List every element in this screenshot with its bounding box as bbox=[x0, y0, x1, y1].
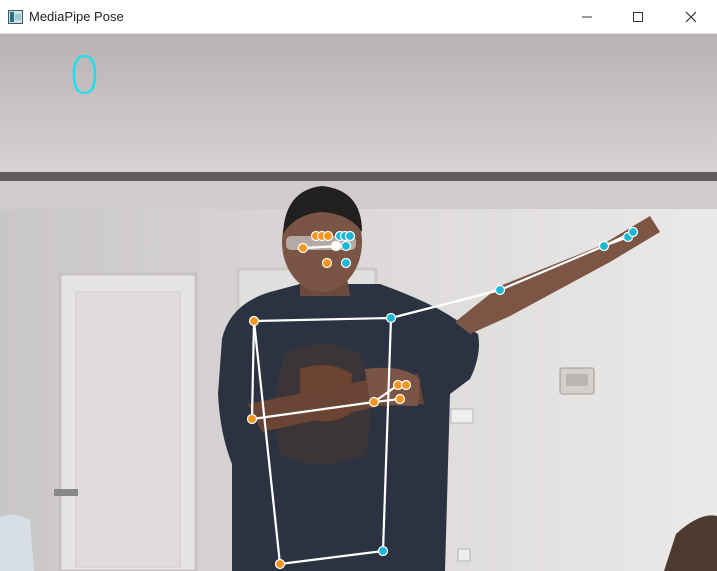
landmark-left-shoulder bbox=[248, 315, 260, 327]
app-icon bbox=[8, 10, 23, 24]
landmark-right-shoulder bbox=[385, 312, 397, 324]
landmark-right-elbow bbox=[494, 284, 506, 296]
window-title: MediaPipe Pose bbox=[29, 9, 124, 24]
camera-feed: 0 bbox=[0, 34, 717, 571]
landmark-left-eye-inner bbox=[322, 230, 334, 242]
maximize-button[interactable] bbox=[612, 0, 664, 34]
landmark-left-thumb bbox=[394, 393, 406, 405]
maximize-icon bbox=[633, 12, 643, 22]
landmark-mouth-left bbox=[321, 257, 333, 269]
camera-frame bbox=[0, 34, 717, 571]
landmark-left-elbow bbox=[246, 413, 258, 425]
ceiling-edge bbox=[0, 172, 717, 181]
landmark-right-index bbox=[627, 226, 639, 238]
clutter-left bbox=[0, 514, 34, 571]
landmark-right-ear bbox=[340, 240, 352, 252]
close-icon bbox=[685, 11, 697, 23]
minimize-icon bbox=[582, 16, 592, 18]
title-bar: MediaPipe Pose bbox=[0, 0, 717, 34]
landmark-left-wrist bbox=[368, 396, 380, 408]
landmark-nose bbox=[330, 240, 342, 252]
door-handle bbox=[54, 489, 78, 496]
landmark-left-ear bbox=[297, 242, 309, 254]
landmark-right-hip bbox=[377, 545, 389, 557]
landmark-mouth-right bbox=[340, 257, 352, 269]
landmark-right-wrist bbox=[598, 240, 610, 252]
landmark-left-index bbox=[400, 379, 412, 391]
landmark-left-hip bbox=[274, 558, 286, 570]
minimize-button[interactable] bbox=[561, 0, 613, 34]
close-button[interactable] bbox=[665, 0, 717, 34]
landmark-right-eye-outer bbox=[344, 230, 356, 242]
wall-outlet bbox=[450, 408, 474, 424]
door bbox=[54, 272, 198, 571]
ceiling bbox=[0, 34, 717, 174]
rep-counter: 0 bbox=[68, 46, 102, 106]
